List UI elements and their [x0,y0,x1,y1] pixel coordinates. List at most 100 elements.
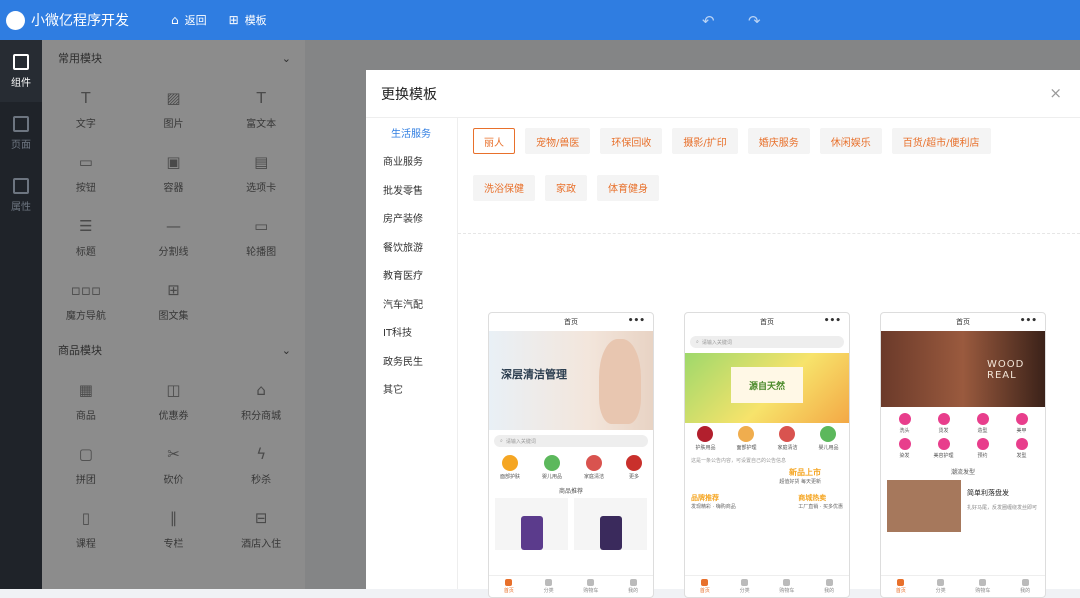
banner-image: 深层清洁管理 [489,331,653,430]
tabbar-item: 分类 [936,579,946,594]
category-icon [898,438,911,450]
model-photo [599,339,641,424]
tag-button[interactable]: 丽人 [473,128,515,154]
tabbar-item: 分类 [740,579,750,594]
tag-button[interactable]: 家政 [545,174,587,201]
category-item[interactable]: 批发零售 [366,175,457,204]
search-icon: ⌕ [696,339,699,345]
template-nav-item: 更多 [625,455,642,480]
category-item[interactable]: 房产装修 [366,204,457,233]
template-nav-item: 婴儿用品 [542,455,562,480]
template-nav-item: 面部护肤 [500,455,520,480]
category-icon [937,413,950,425]
template-button[interactable]: ⊞ 模板 [229,12,267,28]
tag-button[interactable]: 体育健身 [597,174,659,201]
tab-icon [701,579,709,586]
template-nav-item: 预约 [963,438,1002,459]
tag-button[interactable]: 环保回收 [600,128,663,154]
category-icon [625,455,642,471]
change-template-modal: 更换模板 × 生活服务 商业服务 批发零售 房产装修 餐饮旅游 教育医疗 汽车汽配 IT科技政… [366,70,1080,598]
tag-button[interactable]: 宠物/兽医 [525,128,591,154]
tab-icon [937,579,945,586]
category-icon [976,438,989,450]
left-rail: 组件 页面 属性 [0,40,42,589]
category-icon [779,426,796,442]
template-nav-item: 造型 [963,413,1002,434]
template-card-3[interactable]: 首页 ••• WOOD REAL 洗头 烫发 造型 美甲 染发 美容护理 预约 发型 潮流发型… [880,312,1046,598]
tabbar-item: 我的 [1020,579,1030,594]
component-icon [13,53,29,70]
tabbar-item: 首页 [896,579,906,594]
close-icon[interactable]: × [1049,84,1062,102]
category-icon [697,426,714,442]
modal-title: 更换模板 [366,70,1080,118]
template-nav-item: 家庭清洁 [584,455,604,480]
category-icon [898,413,911,425]
hairstyle-photo [887,480,961,532]
tag-button[interactable]: 休闲娱乐 [819,128,882,154]
banner-image: WOOD REAL [881,331,1045,407]
tag-button[interactable]: 摄影/扩印 [672,128,738,154]
template-nav-item: 染发 [885,438,924,459]
category-icon [976,413,989,425]
tab-icon [979,579,987,586]
tabbar-item: 首页 [504,579,514,594]
template-nav-item: 美容护理 [924,438,963,459]
top-bar: 小微亿程序开发 ⌂ 返回 ⊞ 模板 ↶ ↷ [0,0,1080,40]
page-icon [13,115,29,132]
template-nav-item: 发型 [1002,438,1041,459]
category-item[interactable]: 政务民生 [366,346,457,375]
category-icon [501,455,518,471]
template-card-1[interactable]: 首页 ••• 深层清洁管理 ⌕ 请输入关键词 面部护肤 婴儿用品 家庭清洁 更多 商品推… [488,312,654,598]
template-nav-item: 烫发 [924,413,963,434]
tab-icon [741,579,749,586]
category-item[interactable]: 生活服务 [366,118,457,147]
template-card-2[interactable]: 首页 ••• ⌕ 请输入关键词 源自天然 护肤用品 面部护理 家庭清洁 婴儿用品 这是一… [684,312,850,598]
more-icon: ••• [823,316,841,326]
rail-item-properties[interactable]: 属性 [0,164,42,226]
category-item[interactable]: 教育医疗 [366,261,457,290]
more-icon: ••• [627,316,645,326]
tag-button[interactable]: 百货/超市/便利店 [891,128,991,154]
category-item[interactable]: 餐饮旅游 [366,232,457,261]
rail-item-components[interactable]: 组件 [0,40,42,102]
tab-icon [629,579,637,586]
tab-icon [1021,579,1029,586]
tabbar-item: 我的 [628,579,638,594]
tag-button[interactable]: 洗浴保健 [473,174,535,201]
tab-icon [897,579,905,586]
product-image [495,498,568,550]
category-icon [585,455,602,471]
app-logo [6,10,25,30]
tag-button[interactable]: 婚庆服务 [747,128,810,154]
tabbar-item: 分类 [544,579,554,594]
template-nav-item: 家庭清洁 [777,426,798,451]
undo-icon[interactable]: ↶ [702,12,715,30]
category-item[interactable]: 其它 [366,375,457,404]
template-nav-item: 护肤用品 [695,426,716,451]
tabbar-item: 我的 [824,579,834,594]
category-item[interactable]: 商业服务 [366,147,457,176]
properties-icon [13,177,29,194]
tabbar-item: 购物车 [583,579,598,594]
tabbar-item: 购物车 [975,579,990,594]
category-icon [1015,438,1028,450]
rail-item-pages[interactable]: 页面 [0,102,42,164]
category-item[interactable]: IT科技 [366,318,457,347]
template-content: 丽人 宠物/兽医 环保回收 摄影/扩印 婚庆服务 休闲娱乐 百货/超市/便利店洗浴保健 家政体… [458,118,1080,598]
template-nav-item: 婴儿用品 [818,426,839,451]
category-icon [738,426,755,442]
template-nav-item: 面部护理 [736,426,757,451]
category-icon [937,438,950,450]
back-button[interactable]: ⌂ 返回 [171,12,207,28]
redo-icon[interactable]: ↷ [748,12,761,30]
tab-icon [783,579,791,586]
tab-icon [545,579,553,586]
banner-image: 源自天然 [685,353,849,423]
grid-icon: ⊞ [228,13,239,27]
category-icon [543,455,560,471]
home-icon: ⌂ [171,13,179,27]
category-icon [820,426,837,442]
category-list: 生活服务 商业服务 批发零售 房产装修 餐饮旅游 教育医疗 汽车汽配 IT科技 政务民生 其它 [366,118,458,589]
category-item[interactable]: 汽车汽配 [366,289,457,318]
